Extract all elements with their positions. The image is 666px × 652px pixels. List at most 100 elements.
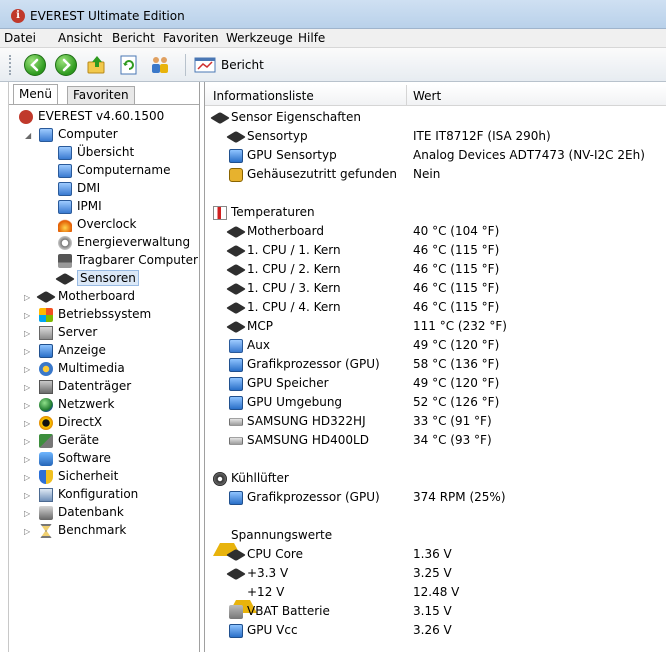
- gpu-icon: [229, 396, 243, 410]
- laptop-icon: [58, 254, 72, 268]
- menu-favoriten[interactable]: Favoriten: [163, 31, 219, 45]
- expand-arrow-icon[interactable]: ▷: [24, 455, 30, 464]
- gpu-icon: [229, 358, 243, 372]
- column-wert[interactable]: Wert: [413, 89, 441, 103]
- list-item[interactable]: SAMSUNG HD400LD 34 °C (93 °F): [229, 432, 659, 451]
- tab-favoriten[interactable]: Favoriten: [67, 86, 135, 104]
- list-item[interactable]: 1. CPU / 2. Kern 46 °C (115 °F): [226, 261, 659, 280]
- users-icon[interactable]: [149, 54, 171, 76]
- list-item[interactable]: SAMSUNG HD322HJ 33 °C (91 °F): [229, 413, 659, 432]
- list-item[interactable]: Gehäusezutritt gefunden Nein: [229, 166, 659, 185]
- tree-item-label: Benchmark: [58, 523, 127, 537]
- devices-icon: [39, 434, 53, 448]
- expand-arrow-icon[interactable]: ▷: [24, 383, 30, 392]
- list-item[interactable]: Grafikprozessor (GPU) 58 °C (136 °F): [229, 356, 659, 375]
- expand-arrow-icon[interactable]: ▷: [24, 347, 30, 356]
- list-item[interactable]: +3.3 V 3.25 V: [226, 565, 659, 584]
- cpu-icon: [226, 549, 246, 561]
- list-item[interactable]: GPU Speicher 49 °C (120 °F): [229, 375, 659, 394]
- item-label: GPU Vcc: [247, 623, 298, 637]
- list-item[interactable]: Grafikprozessor (GPU) 374 RPM (25%): [229, 489, 659, 508]
- collapse-arrow-icon[interactable]: ◢: [25, 131, 31, 140]
- thermometer-icon: [213, 206, 227, 220]
- item-label: Grafikprozessor (GPU): [247, 490, 380, 504]
- item-label: GPU Speicher: [247, 376, 329, 390]
- sensor-chip-icon: [226, 131, 246, 143]
- list-item[interactable]: GPU Umgebung 52 °C (126 °F): [229, 394, 659, 413]
- toolbar-separator: [185, 54, 186, 76]
- network-globe-icon: [39, 398, 53, 412]
- tree-item-label: Energieverwaltung: [77, 235, 191, 249]
- list-item[interactable]: 1. CPU / 4. Kern 46 °C (115 °F): [226, 299, 659, 318]
- item-label: 1. CPU / 3. Kern: [247, 281, 341, 295]
- expand-arrow-icon[interactable]: ▷: [24, 401, 30, 410]
- item-label: +3.3 V: [247, 566, 289, 580]
- expand-arrow-icon[interactable]: ▷: [24, 419, 30, 428]
- tab-menu[interactable]: Menü: [13, 84, 58, 105]
- server-icon: [39, 326, 53, 340]
- column-informationsliste[interactable]: Informationsliste: [213, 89, 314, 103]
- expand-arrow-icon[interactable]: ▷: [24, 491, 30, 500]
- section-title: Spannungswerte: [231, 528, 333, 542]
- computer-icon: [39, 128, 53, 142]
- tree-item-label: Übersicht: [77, 145, 135, 159]
- menu-hilfe[interactable]: Hilfe: [298, 31, 325, 45]
- gpu-icon: [229, 491, 243, 505]
- expand-arrow-icon[interactable]: ▷: [24, 527, 30, 536]
- item-value: 49 °C (120 °F): [413, 376, 500, 390]
- item-value: 33 °C (91 °F): [413, 414, 492, 428]
- list-item[interactable]: GPU Sensortyp Analog Devices ADT7473 (NV…: [229, 147, 659, 166]
- expand-arrow-icon[interactable]: ▷: [24, 473, 30, 482]
- menu-ansicht[interactable]: Ansicht: [58, 31, 102, 45]
- report-icon[interactable]: [194, 54, 216, 76]
- column-divider[interactable]: [406, 85, 407, 105]
- item-label: GPU Sensortyp: [247, 148, 337, 162]
- menu-bericht[interactable]: Bericht: [112, 31, 155, 45]
- toolbar-grip[interactable]: [9, 55, 14, 75]
- expand-arrow-icon[interactable]: ▷: [24, 329, 30, 338]
- list-item[interactable]: GPU Vcc 3.26 V: [229, 622, 659, 641]
- list-item[interactable]: MCP 111 °C (232 °F): [226, 318, 659, 337]
- battery-icon: [229, 605, 243, 619]
- item-value: 374 RPM (25%): [413, 490, 506, 504]
- lock-icon: [229, 168, 243, 182]
- tree-item-label: Tragbarer Computer: [77, 253, 198, 267]
- expand-arrow-icon[interactable]: ▷: [24, 365, 30, 374]
- title-bar: i EVEREST Ultimate Edition: [0, 0, 666, 29]
- tree-item-label: Software: [58, 451, 111, 465]
- list-item[interactable]: VBAT Batterie 3.15 V: [229, 603, 659, 622]
- section-title: Sensor Eigenschaften: [231, 110, 361, 124]
- list-item[interactable]: Motherboard 40 °C (104 °F): [226, 223, 659, 242]
- menu-werkzeuge[interactable]: Werkzeuge: [226, 31, 293, 45]
- list-item[interactable]: Aux 49 °C (120 °F): [229, 337, 659, 356]
- gpu-icon: [229, 377, 243, 391]
- menu-bar: Datei Ansicht Bericht Favoriten Werkzeug…: [0, 29, 666, 48]
- report-button-label[interactable]: Bericht: [221, 58, 264, 72]
- expand-arrow-icon[interactable]: ▷: [24, 293, 30, 302]
- back-icon[interactable]: [24, 54, 46, 76]
- toolbar: Bericht: [0, 48, 666, 82]
- tree-item-label: Sensoren: [77, 270, 139, 286]
- cpu-icon: [226, 264, 246, 276]
- item-label: Aux: [247, 338, 270, 352]
- refresh-icon[interactable]: [118, 54, 140, 76]
- forward-icon[interactable]: [55, 54, 77, 76]
- list-item[interactable]: +12 V 12.48 V: [229, 584, 659, 613]
- tree-item-label: Server: [58, 325, 98, 339]
- expand-arrow-icon[interactable]: ▷: [24, 311, 30, 320]
- list-item[interactable]: 1. CPU / 1. Kern 46 °C (115 °F): [226, 242, 659, 261]
- gpu-icon: [229, 624, 243, 638]
- list-item[interactable]: Sensortyp ITE IT8712F (ISA 290h): [226, 128, 659, 147]
- expand-arrow-icon[interactable]: ▷: [24, 437, 30, 446]
- menu-datei[interactable]: Datei: [4, 31, 36, 45]
- list-item[interactable]: CPU Core 1.36 V: [226, 546, 659, 565]
- tree-item-label: Konfiguration: [58, 487, 139, 501]
- up-folder-icon[interactable]: [86, 54, 108, 76]
- list-item[interactable]: 1. CPU / 3. Kern 46 °C (115 °F): [226, 280, 659, 299]
- details-panel: Informationsliste Wert Sensor Eigenschaf…: [204, 82, 666, 652]
- expand-arrow-icon[interactable]: ▷: [24, 509, 30, 518]
- computer-icon: [58, 200, 72, 214]
- tree-item-label: Anzeige: [58, 343, 106, 357]
- item-value: 52 °C (126 °F): [413, 395, 500, 409]
- flame-icon: [58, 218, 72, 232]
